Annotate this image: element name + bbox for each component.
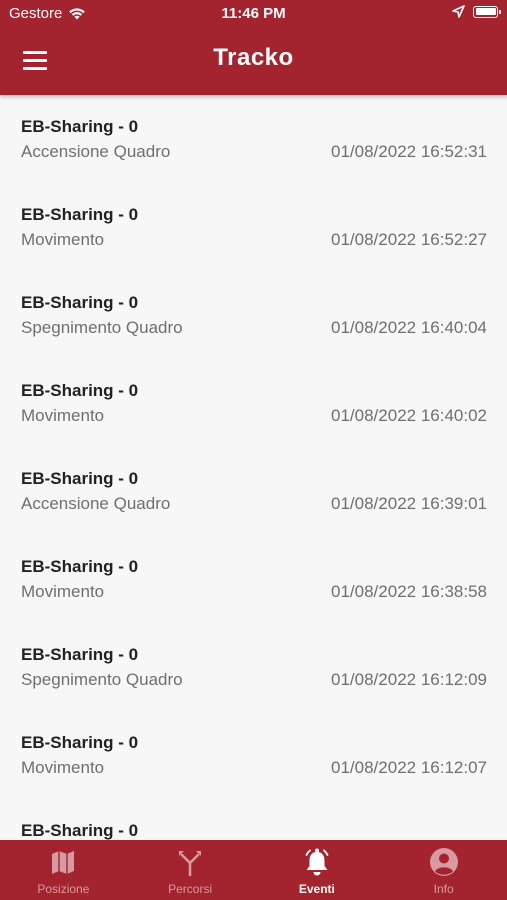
event-datetime: 01/08/2022 16:52:27	[331, 230, 487, 249]
event-datetime: 01/08/2022 16:38:58	[331, 582, 487, 601]
event-datetime: 01/08/2022 16:12:07	[331, 758, 487, 777]
tab-percorsi-label: Percorsi	[168, 882, 213, 896]
user-icon	[429, 848, 458, 876]
event-list-item[interactable]: EB-Sharing - 0 Spegnimento Quadro 01/08/…	[0, 271, 507, 359]
status-time: 11:46 PM	[221, 5, 286, 22]
event-device-name: EB-Sharing - 0	[21, 293, 139, 312]
bell-icon	[305, 848, 329, 876]
event-type: Movimento	[21, 758, 105, 777]
event-datetime: 01/08/2022 16:12:09	[331, 670, 487, 689]
event-type: Movimento	[21, 230, 105, 249]
event-type: Spegnimento Quadro	[21, 318, 183, 337]
tab-eventi[interactable]: Eventi	[254, 840, 381, 900]
event-type: Accensione Quadro	[21, 494, 171, 513]
event-device-name: EB-Sharing - 0	[21, 557, 139, 576]
tab-info-label: Info	[433, 882, 454, 896]
status-bar: Gestore 11:46 PM	[0, 0, 507, 28]
route-split-icon	[179, 851, 202, 877]
event-list-item[interactable]: EB-Sharing - 0 Accensione Quadro 01/08/2…	[0, 95, 507, 183]
tab-posizione[interactable]: Posizione	[0, 840, 127, 900]
event-list-item[interactable]: EB-Sharing - 0 Movimento 01/08/2022 16:3…	[0, 535, 507, 623]
tab-percorsi[interactable]: Percorsi	[127, 840, 254, 900]
event-datetime: 01/08/2022 16:40:02	[331, 406, 487, 425]
app-header: Gestore 11:46 PM Tracko	[0, 0, 507, 95]
event-list-item[interactable]: EB-Sharing - 0 Movimento 01/08/2022 16:5…	[0, 183, 507, 271]
tab-posizione-label: Posizione	[37, 882, 90, 896]
event-list-item[interactable]: EB-Sharing - 0 Movimento 01/08/2022 16:1…	[0, 711, 507, 799]
event-datetime: 01/08/2022 16:40:04	[331, 318, 487, 337]
event-datetime: 01/08/2022 16:52:31	[331, 142, 487, 161]
location-arrow-icon	[452, 5, 465, 18]
map-icon	[52, 851, 75, 874]
battery-icon	[473, 5, 501, 18]
event-device-name: EB-Sharing - 0	[21, 117, 139, 136]
tab-info[interactable]: Info	[380, 840, 507, 900]
event-list-item[interactable]: EB-Sharing - 0 Accensione Quadro 01/08/2…	[0, 447, 507, 535]
event-type: Movimento	[21, 582, 105, 601]
event-device-name: EB-Sharing - 0	[21, 733, 139, 752]
event-list-item[interactable]: EB-Sharing - 0 Movimento 01/08/2022 16:4…	[0, 359, 507, 447]
tab-eventi-label: Eventi	[298, 882, 335, 896]
event-device-name: EB-Sharing - 0	[21, 381, 139, 400]
event-datetime: 01/08/2022 16:39:01	[331, 494, 487, 513]
event-type: Spegnimento Quadro	[21, 670, 183, 689]
event-list-item[interactable]: EB-Sharing - 0	[0, 799, 507, 840]
event-list[interactable]: EB-Sharing - 0 Accensione Quadro 01/08/2…	[0, 95, 507, 840]
event-device-name: EB-Sharing - 0	[21, 205, 139, 224]
event-device-name: EB-Sharing - 0	[21, 469, 139, 488]
bottom-tab-bar: Posizione Percorsi Eventi Info	[0, 840, 507, 900]
event-device-name: EB-Sharing - 0	[21, 821, 139, 840]
event-device-name: EB-Sharing - 0	[21, 645, 139, 664]
event-type: Accensione Quadro	[21, 142, 171, 161]
event-list-item[interactable]: EB-Sharing - 0 Spegnimento Quadro 01/08/…	[0, 623, 507, 711]
page-title: Tracko	[213, 44, 294, 71]
status-right-group	[452, 5, 501, 18]
event-type: Movimento	[21, 406, 105, 425]
